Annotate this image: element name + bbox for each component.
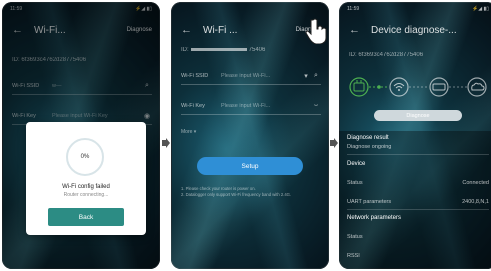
dialog-title: Wi-Fi config failed — [62, 184, 110, 190]
progress-ring: 0% — [66, 138, 104, 176]
pointer-hand-icon — [305, 18, 327, 44]
setup-button[interactable]: Setup — [197, 157, 303, 175]
redacted-bar — [190, 47, 247, 51]
search-icon[interactable]: ⌕ — [311, 72, 321, 80]
device-id-suffix: 75406 — [248, 47, 266, 53]
page-title: Device diagnose-... — [371, 24, 457, 36]
diagnose-steps — [349, 77, 487, 97]
result-header: Diagnose result — [347, 135, 389, 141]
divider — [347, 154, 489, 155]
result-row: Diagnose ongoing — [347, 144, 489, 150]
page-title: Wi-Fi ... — [203, 24, 238, 36]
divider — [347, 209, 489, 210]
device-id-prefix: ID: — [181, 47, 189, 53]
uart-value: 2400,8,N,1 — [462, 199, 489, 205]
key-label: Wi-Fi Key — [181, 103, 205, 109]
phone-wifi-failed: 11:59 ⚡◢ ▮▯ ← Wi-Fi... Diagnose ID: 6f36… — [2, 2, 160, 269]
uart-label: UART parameters — [347, 199, 392, 205]
phone-device-diagnose: 11:59 ⚡◢ ▮▯ ← Device diagnose-... ID: 6f… — [339, 2, 491, 269]
status-icons: ⚡◢ ▮▯ — [472, 6, 489, 12]
dialog-subtitle: Router connecting... — [63, 192, 109, 198]
rssi-row: RSSI — [347, 253, 489, 259]
back-arrow-icon[interactable]: ← — [349, 24, 361, 36]
status-value: Connected — [462, 180, 489, 186]
phone-wifi-setup: ← Wi-Fi ... Diagnose ID: 75406 Wi-Fi SSID… — [171, 2, 329, 269]
more-toggle[interactable]: More ▾ — [181, 129, 196, 135]
status-bar: 11:59 ⚡◢ ▮▯ — [347, 6, 489, 14]
status-time: 11:59 — [347, 6, 360, 12]
progress-value: 0% — [80, 154, 90, 160]
device-id: ID: 75406 — [181, 47, 321, 53]
notes: 1. Please check your router is power on.… — [181, 186, 321, 197]
status-row: Status Connected — [347, 180, 489, 186]
config-failed-dialog: 0% Wi-Fi config failed Router connecting… — [26, 122, 146, 235]
key-field[interactable]: Wi-Fi Key Please input Wi-Fi... ⌣ — [181, 98, 321, 115]
router-icon — [429, 77, 449, 97]
key-input[interactable]: Please input Wi-Fi... — [221, 103, 311, 109]
step-dot-icon — [377, 85, 381, 89]
back-button[interactable]: Back — [48, 208, 124, 226]
ssid-input[interactable]: Please input Wi-Fi... — [221, 73, 301, 79]
ssid-label: Wi-Fi SSID — [181, 73, 209, 79]
nav-bar: ← Device diagnose-... — [339, 20, 491, 40]
ssid-field[interactable]: Wi-Fi SSID Please input Wi-Fi... ▾ ⌕ — [181, 68, 321, 85]
result-value: Diagnose ongoing — [347, 144, 392, 150]
net-status-label: Status — [347, 234, 363, 240]
chevron-down-icon[interactable]: ▾ — [301, 72, 311, 80]
net-status-row: Status — [347, 234, 489, 240]
flow-arrow-icon — [330, 138, 338, 148]
wifi-icon — [389, 77, 409, 97]
device-header: Device — [347, 161, 366, 167]
cloud-icon — [467, 77, 487, 97]
diagnose-button[interactable]: Diagnose — [374, 110, 462, 121]
uart-row: UART parameters 2400,8,N,1 — [347, 199, 489, 205]
screenshot-stage: 11:59 ⚡◢ ▮▯ ← Wi-Fi... Diagnose ID: 6f36… — [0, 0, 491, 271]
rssi-label: RSSI — [347, 253, 360, 259]
datalogger-icon — [349, 77, 369, 97]
flow-arrow-icon — [162, 138, 170, 148]
device-id: ID: 6f3693c4762d28775406 — [349, 52, 424, 58]
status-label: Status — [347, 180, 363, 186]
network-header: Network parameters — [347, 215, 402, 221]
note-line: 2. Datalogger only support Wi-Fi frequen… — [181, 191, 292, 197]
back-arrow-icon[interactable]: ← — [181, 24, 193, 36]
eye-closed-icon[interactable]: ⌣ — [311, 102, 321, 110]
